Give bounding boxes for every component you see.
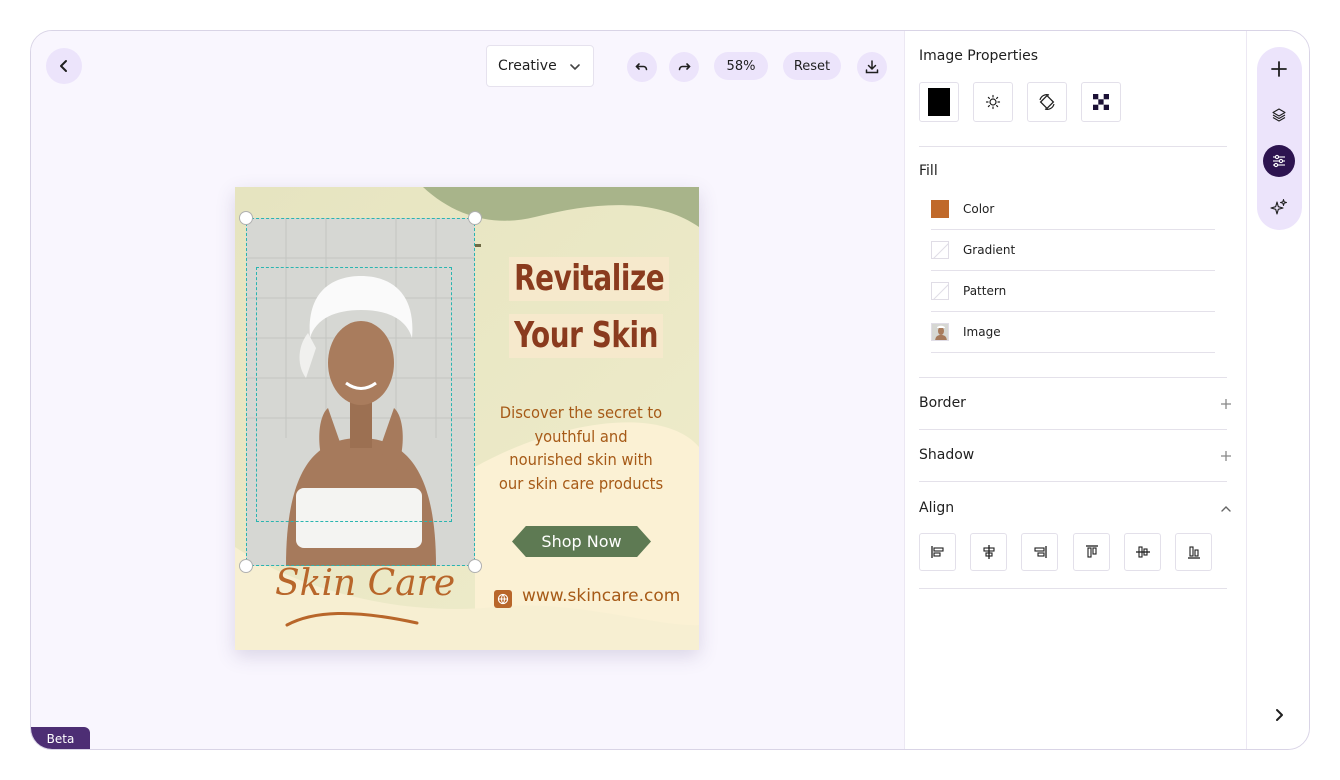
inner-crop-outline bbox=[256, 267, 452, 522]
border-section-label[interactable]: Border bbox=[919, 395, 966, 411]
align-bottom-icon bbox=[1187, 546, 1200, 559]
align-top-button[interactable] bbox=[1073, 533, 1110, 571]
black-swatch-icon bbox=[928, 88, 950, 116]
divider bbox=[919, 146, 1227, 147]
headline-line-2[interactable]: Your Skin bbox=[509, 314, 664, 358]
align-middle-button[interactable] bbox=[1124, 533, 1161, 571]
add-element-button[interactable] bbox=[1263, 53, 1295, 85]
fill-option-label: Pattern bbox=[963, 284, 1007, 298]
resize-handle-bottom-left[interactable] bbox=[239, 559, 253, 573]
fill-color-tool[interactable] bbox=[919, 82, 959, 122]
properties-panel: Image Properties Fill Color Gradient Pat… bbox=[904, 31, 1246, 749]
resize-handle-top-left[interactable] bbox=[239, 211, 253, 225]
add-border-plus-icon[interactable] bbox=[1220, 398, 1232, 410]
fill-option-label: Color bbox=[963, 202, 995, 216]
empty-swatch-icon bbox=[931, 241, 949, 259]
tagline-line: youthful and bbox=[534, 426, 628, 446]
align-left-button[interactable] bbox=[919, 533, 956, 571]
fill-section-label: Fill bbox=[919, 163, 938, 179]
collapse-panel-button[interactable] bbox=[1267, 703, 1291, 727]
properties-button[interactable] bbox=[1263, 145, 1295, 177]
tagline-line: nourished skin with bbox=[509, 450, 653, 469]
canvas-area: Creative 58% Reset Revitalize Your Skin … bbox=[31, 31, 904, 749]
fill-option-pattern[interactable]: Pattern bbox=[931, 271, 1215, 312]
fill-option-label: Image bbox=[963, 325, 1001, 339]
align-right-button[interactable] bbox=[1021, 533, 1058, 571]
brand-logo-text[interactable]: Skin Care bbox=[275, 563, 455, 604]
rotate-icon bbox=[1039, 94, 1055, 110]
brightness-icon bbox=[985, 94, 1001, 110]
template-select-value: Creative bbox=[498, 58, 557, 74]
chevron-up-icon[interactable] bbox=[1220, 503, 1232, 515]
editor-window: Creative 58% Reset Revitalize Your Skin … bbox=[30, 30, 1310, 750]
rotate-flip-tool[interactable] bbox=[1027, 82, 1067, 122]
undo-button[interactable] bbox=[627, 52, 657, 82]
fill-option-color[interactable]: Color bbox=[931, 189, 1215, 230]
tagline-line: Discover the secret to bbox=[499, 403, 663, 422]
divider bbox=[919, 429, 1227, 430]
align-section-label[interactable]: Align bbox=[919, 500, 954, 516]
sparkles-icon bbox=[1270, 199, 1287, 215]
tagline-line: our skin care products bbox=[498, 473, 664, 493]
chevron-down-icon bbox=[570, 64, 580, 71]
image-thumbnail-icon bbox=[931, 323, 949, 341]
divider bbox=[919, 481, 1227, 482]
align-center-icon bbox=[982, 545, 995, 559]
divider bbox=[919, 377, 1227, 378]
align-top-icon bbox=[1085, 545, 1098, 558]
panel-title: Image Properties bbox=[919, 48, 1039, 64]
align-bottom-button[interactable] bbox=[1175, 533, 1212, 571]
empty-swatch-icon bbox=[931, 282, 949, 300]
plus-icon bbox=[1271, 61, 1287, 77]
divider bbox=[919, 588, 1227, 589]
layers-button[interactable] bbox=[1263, 99, 1295, 131]
shop-now-button[interactable]: Shop Now bbox=[512, 526, 651, 557]
template-select[interactable]: Creative bbox=[486, 45, 594, 87]
back-button[interactable] bbox=[46, 48, 82, 84]
align-right-icon bbox=[1033, 546, 1047, 558]
align-middle-icon bbox=[1135, 546, 1150, 558]
resize-handle-bottom-right[interactable] bbox=[468, 559, 482, 573]
tagline-text[interactable]: Discover the secret to youthful and nour… bbox=[496, 401, 665, 495]
globe-icon bbox=[494, 590, 512, 608]
brand-swash bbox=[285, 612, 419, 627]
fill-option-gradient[interactable]: Gradient bbox=[931, 230, 1215, 271]
download-button[interactable] bbox=[857, 52, 887, 82]
redo-button[interactable] bbox=[669, 52, 699, 82]
redo-icon bbox=[678, 63, 691, 71]
fill-option-image[interactable]: Image bbox=[931, 312, 1215, 353]
right-tool-rail bbox=[1246, 31, 1309, 749]
zoom-level[interactable]: 58% bbox=[714, 52, 768, 80]
download-icon bbox=[865, 60, 879, 74]
chevron-right-icon bbox=[1276, 709, 1283, 721]
color-swatch bbox=[931, 200, 949, 218]
design-canvas[interactable]: Revitalize Your Skin Discover the secret… bbox=[235, 187, 699, 650]
align-left-icon bbox=[930, 546, 944, 558]
transparency-tool[interactable] bbox=[1081, 82, 1121, 122]
resize-handle-top-right[interactable] bbox=[468, 211, 482, 225]
brightness-tool[interactable] bbox=[973, 82, 1013, 122]
checkerboard-icon bbox=[1093, 94, 1109, 110]
shadow-section-label[interactable]: Shadow bbox=[919, 447, 974, 463]
ai-magic-button[interactable] bbox=[1263, 191, 1295, 223]
align-center-button[interactable] bbox=[970, 533, 1007, 571]
chevron-left-icon bbox=[60, 60, 67, 72]
undo-icon bbox=[635, 63, 648, 71]
headline-line-1[interactable]: Revitalize bbox=[509, 257, 670, 301]
beta-badge: Beta bbox=[31, 727, 90, 749]
website-text[interactable]: www.skincare.com bbox=[522, 586, 680, 606]
fill-option-label: Gradient bbox=[963, 243, 1016, 257]
add-shadow-plus-icon[interactable] bbox=[1220, 450, 1232, 462]
sliders-icon bbox=[1273, 154, 1285, 168]
layers-icon bbox=[1272, 108, 1286, 122]
reset-button[interactable]: Reset bbox=[783, 52, 841, 80]
